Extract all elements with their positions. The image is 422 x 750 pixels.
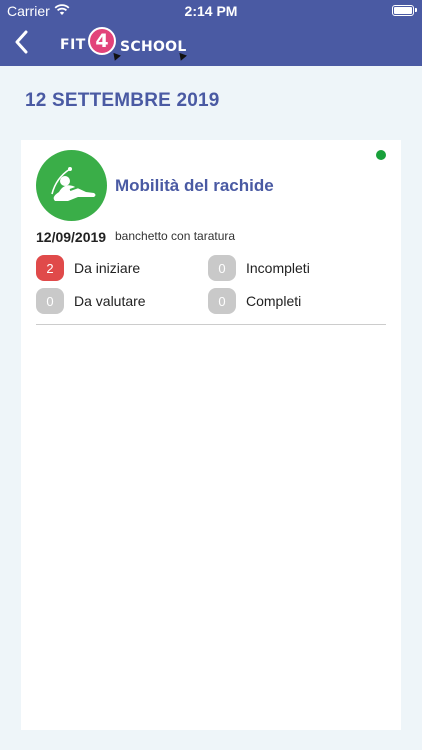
back-button[interactable] xyxy=(6,28,36,60)
count-badge: 0 xyxy=(208,255,236,281)
chevron-left-icon xyxy=(14,30,28,59)
activity-equipment: banchetto con taratura xyxy=(115,229,236,243)
logo-four-badge: 4 xyxy=(88,27,116,55)
divider xyxy=(36,324,386,325)
activity-title: Mobilità del rachide xyxy=(115,176,274,195)
app-logo: FIT 4 SCHOOL xyxy=(60,26,190,63)
logo-school-text: SCHOOL xyxy=(120,39,187,55)
spine-mobility-icon xyxy=(36,150,107,221)
logo-fit-text: FIT xyxy=(60,37,86,53)
status-indicator-dot xyxy=(376,150,386,160)
page-title: 12 SETTEMBRE 2019 xyxy=(25,90,220,111)
logo-accent xyxy=(177,52,187,63)
stat-da-iniziare[interactable]: 2 Da iniziare xyxy=(36,255,140,281)
battery-icon xyxy=(392,5,417,16)
activity-card[interactable]: Mobilità del rachide 12/09/2019 banchett… xyxy=(21,140,401,730)
status-time: 2:14 PM xyxy=(184,3,238,19)
count-badge: 0 xyxy=(36,288,64,314)
stat-completi[interactable]: 0 Completi xyxy=(208,288,301,314)
stat-label: Completi xyxy=(246,293,302,309)
nav-bar: FIT 4 SCHOOL xyxy=(0,22,422,66)
stat-label: Incompleti xyxy=(246,260,310,276)
stat-da-valutare[interactable]: 0 Da valutare xyxy=(36,288,146,314)
stat-label: Da iniziare xyxy=(74,260,141,276)
activity-date: 12/09/2019 xyxy=(36,229,107,245)
count-badge: 2 xyxy=(36,255,64,281)
stat-label: Da valutare xyxy=(74,293,146,309)
count-badge: 0 xyxy=(208,288,236,314)
stat-incompleti[interactable]: 0 Incompleti xyxy=(208,255,310,281)
status-bar: Carrier 2:14 PM xyxy=(0,0,422,22)
